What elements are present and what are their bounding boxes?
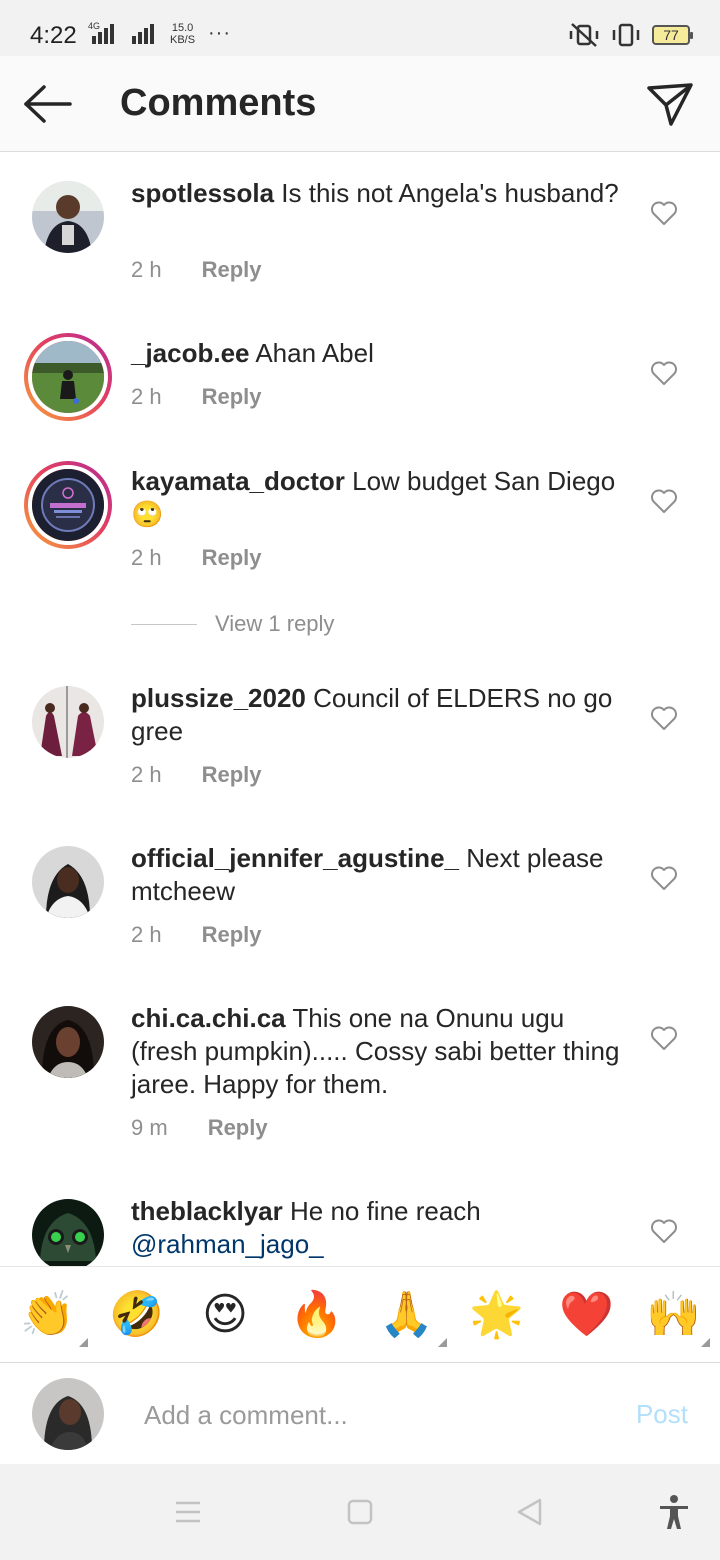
mention-link[interactable]: @rahman_jago_ bbox=[131, 1229, 324, 1259]
status-time: 4:22 bbox=[30, 22, 77, 49]
page-title: Comments bbox=[120, 82, 317, 124]
comment-username[interactable]: theblacklyar bbox=[131, 1196, 283, 1226]
comment-time: 2 h bbox=[131, 922, 162, 947]
comment-body: Ahan Abel bbox=[255, 338, 374, 368]
divider-line bbox=[131, 623, 197, 625]
status-bar: 4:22 4G 15.0 KB/S ··· 77 bbox=[0, 0, 720, 56]
comment-time: 2 h bbox=[131, 257, 162, 282]
avatar-story-ring[interactable] bbox=[24, 333, 112, 421]
back-button[interactable] bbox=[22, 82, 74, 126]
arrow-left-icon bbox=[24, 85, 72, 123]
comment-username[interactable]: official_jennifer_agustine_ bbox=[131, 843, 459, 873]
reply-button[interactable]: Reply bbox=[202, 257, 262, 283]
emoji-heart-eyes-button[interactable]: 😍 bbox=[199, 1289, 251, 1341]
emoji-rofl-button[interactable]: 🤣 bbox=[109, 1289, 164, 1341]
vibrate-mute-icon bbox=[569, 23, 599, 47]
post-button[interactable]: Post bbox=[636, 1399, 688, 1430]
network-type: 4G bbox=[88, 21, 100, 31]
vibrate-icon bbox=[612, 23, 640, 47]
comment-time: 2 h bbox=[131, 762, 162, 787]
emoji-raised-hands-button[interactable]: 🙌 bbox=[646, 1289, 710, 1347]
emoji-fire-button[interactable]: 🔥 bbox=[289, 1289, 344, 1341]
avatar[interactable] bbox=[32, 1006, 104, 1078]
heart-icon[interactable] bbox=[650, 200, 678, 226]
signal-icon: 4G bbox=[88, 21, 154, 44]
reply-button[interactable]: Reply bbox=[202, 922, 262, 948]
comment-body: Is this not Angela's husband? bbox=[281, 178, 619, 208]
avatar[interactable] bbox=[32, 181, 104, 253]
comment-body: He no fine reach bbox=[289, 1196, 481, 1226]
comment-username[interactable]: chi.ca.chi.ca bbox=[131, 1003, 286, 1033]
comment-composer: Post bbox=[0, 1363, 720, 1464]
system-navigation-bar bbox=[0, 1464, 720, 1560]
quick-emoji-bar: 👏 🤣 😍 🔥 🙏 🌟 ❤️ 🙌 bbox=[0, 1266, 720, 1363]
skin-tone-indicator-icon bbox=[79, 1338, 88, 1347]
view-replies-button[interactable]: View 1 reply bbox=[131, 611, 334, 637]
paper-plane-icon[interactable] bbox=[646, 80, 694, 128]
heart-icon[interactable] bbox=[650, 1218, 678, 1244]
comment-time: 2 h bbox=[131, 384, 162, 409]
reply-button[interactable]: Reply bbox=[202, 545, 262, 571]
avatar[interactable] bbox=[32, 846, 104, 918]
comment-username[interactable]: kayamata_doctor bbox=[131, 466, 345, 496]
comments-list[interactable]: spotlessola Is this not Angela's husband… bbox=[0, 153, 720, 1266]
comments-header: Comments bbox=[0, 56, 720, 152]
accessibility-icon[interactable] bbox=[654, 1492, 694, 1532]
avatar-story-ring[interactable] bbox=[24, 461, 112, 549]
menu-icon[interactable] bbox=[168, 1492, 208, 1532]
heart-icon[interactable] bbox=[650, 360, 678, 386]
heart-icon[interactable] bbox=[650, 705, 678, 731]
reply-button[interactable]: Reply bbox=[202, 762, 262, 788]
avatar[interactable] bbox=[32, 1199, 104, 1266]
comment-input[interactable] bbox=[144, 1395, 584, 1435]
more-notifications-icon: ··· bbox=[208, 22, 231, 44]
reply-button[interactable]: Reply bbox=[208, 1115, 268, 1141]
my-avatar bbox=[32, 1378, 104, 1450]
battery-indicator: 77 bbox=[652, 25, 693, 45]
heart-icon[interactable] bbox=[650, 865, 678, 891]
skin-tone-indicator-icon bbox=[438, 1338, 447, 1347]
home-icon[interactable] bbox=[340, 1492, 380, 1532]
back-triangle-icon[interactable] bbox=[510, 1492, 550, 1532]
emoji-pray-button[interactable]: 🙏 bbox=[379, 1289, 447, 1347]
comment-username[interactable]: plussize_2020 bbox=[131, 683, 306, 713]
reply-button[interactable]: Reply bbox=[202, 384, 262, 410]
view-replies-label: View 1 reply bbox=[215, 611, 335, 636]
comment-time: 2 h bbox=[131, 545, 162, 570]
network-speed: 15.0 KB/S bbox=[170, 22, 196, 46]
heart-icon[interactable] bbox=[650, 488, 678, 514]
skin-tone-indicator-icon bbox=[701, 1338, 710, 1347]
comment-time: 9 m bbox=[131, 1115, 168, 1140]
emoji-star-button[interactable]: 🌟 bbox=[469, 1289, 524, 1341]
comment-username[interactable]: spotlessola bbox=[131, 178, 274, 208]
emoji-heart-button[interactable]: ❤️ bbox=[559, 1289, 614, 1341]
emoji-clapping-button[interactable]: 👏 bbox=[20, 1289, 88, 1347]
comment-username[interactable]: _jacob.ee bbox=[131, 338, 250, 368]
heart-icon[interactable] bbox=[650, 1025, 678, 1051]
avatar[interactable] bbox=[32, 686, 104, 758]
